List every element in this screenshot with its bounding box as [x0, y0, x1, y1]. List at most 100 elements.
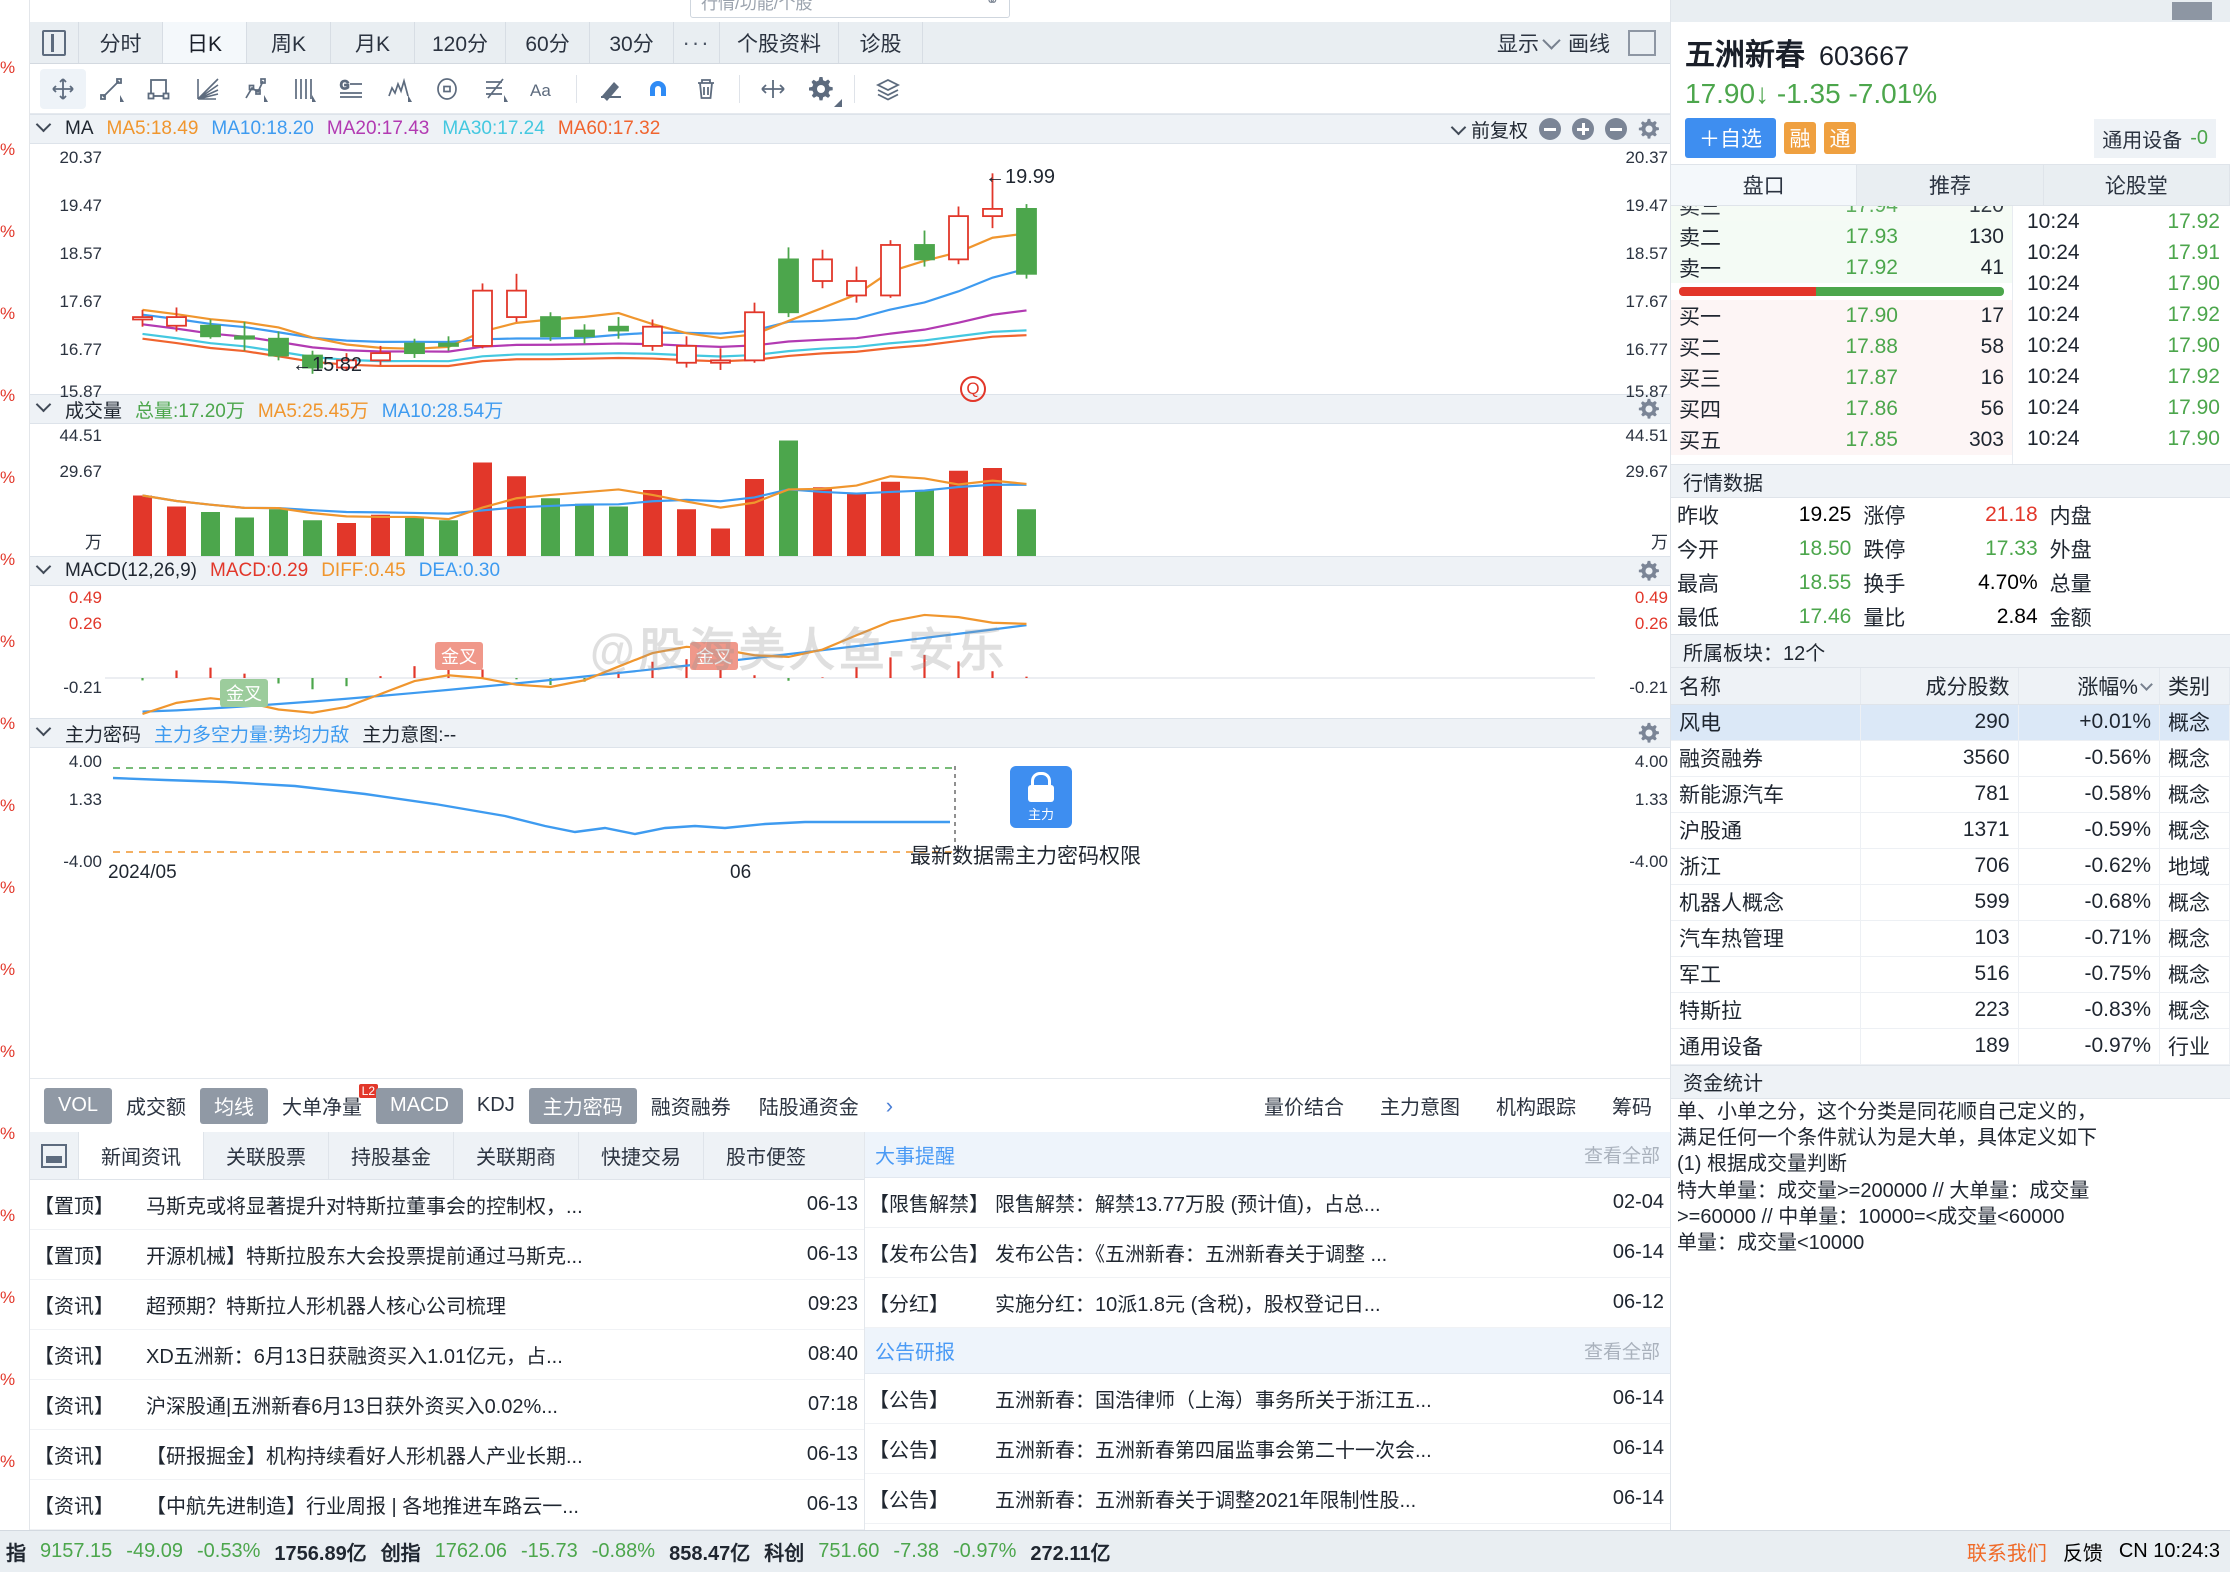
- chip-ma[interactable]: 均线: [200, 1087, 269, 1124]
- period-tab-8[interactable]: 个股资料: [719, 22, 838, 63]
- news-row[interactable]: 【资讯】 【研报掘金】机构持续看好人形机器人产业长期... 06-13: [30, 1430, 864, 1480]
- q-marker-icon[interactable]: Q: [960, 376, 986, 402]
- period-tab-6[interactable]: 30分: [589, 22, 673, 63]
- news-tab-3[interactable]: 关联期商: [453, 1132, 578, 1179]
- period-tab-0[interactable]: 分时: [78, 22, 162, 63]
- news-row[interactable]: 【置顶】 开源机械】特斯拉股东大会投票提前通过马斯克... 06-13: [30, 1230, 864, 1280]
- zoom-in-button[interactable]: [1572, 118, 1594, 140]
- sector-row[interactable]: 浙江 706 -0.62% 地域: [1671, 848, 2230, 885]
- sector-row[interactable]: 沪股通 1371 -0.59% 概念: [1671, 812, 2230, 849]
- rectangle-tool-button[interactable]: [136, 69, 182, 109]
- news-row[interactable]: 【资讯】 沪深股通|五洲新春6月13日获外资买入0.02%... 07:18: [30, 1380, 864, 1430]
- chip-margin[interactable]: 融资融券: [636, 1087, 745, 1124]
- orderbook-row[interactable]: 买二 17.88 58: [1671, 331, 2012, 362]
- feedback-link[interactable]: 反馈: [2063, 1537, 2103, 1566]
- adjust-mode-button[interactable]: 前复权: [1450, 116, 1528, 143]
- cycle-tool-button[interactable]: [424, 69, 470, 109]
- right-tab-orderbook[interactable]: 盘口: [1671, 165, 1858, 205]
- macd-settings-gear-icon[interactable]: [1638, 560, 1660, 582]
- gann-box-tool-button[interactable]: G: [328, 69, 374, 109]
- event-row[interactable]: 【限售解禁】 限售解禁：解禁13.77万股 (预计值)，占总... 02-04: [865, 1178, 1670, 1228]
- margin-tag-badge[interactable]: 融: [1784, 122, 1816, 154]
- display-menu-button[interactable]: 显示: [1497, 28, 1561, 58]
- chip-institution-track[interactable]: 机构跟踪: [1478, 1088, 1594, 1124]
- news-row[interactable]: 【资讯】 超预期？特斯拉人形机器人核心公司梳理 09:23: [30, 1280, 864, 1330]
- news-row[interactable]: 【资讯】 XD五洲新：6月13日获融资买入1.01亿元，占... 08:40: [30, 1330, 864, 1380]
- fibonacci-tool-button[interactable]: [472, 69, 518, 109]
- chip-next-arrow-icon[interactable]: ›: [872, 1087, 907, 1124]
- text-tool-button[interactable]: Aa: [520, 69, 566, 109]
- sector-th-count[interactable]: 成分股数: [1860, 668, 2019, 705]
- zoom-equal-button[interactable]: [1539, 118, 1561, 140]
- search-input[interactable]: 行情/功能/个股 ⚭: [690, 0, 1010, 18]
- chip-kdj[interactable]: KDJ: [462, 1087, 529, 1124]
- news-panel-toggle-button[interactable]: [30, 1132, 78, 1179]
- macd-plot-area[interactable]: 金叉 金叉 金叉: [105, 586, 1595, 718]
- tick-list[interactable]: 10:24 17.92 10:24 17.91 10:24 17.90 10:24 17.92…: [2013, 206, 2230, 464]
- contact-link[interactable]: 联系我们: [1967, 1537, 2047, 1566]
- news-row[interactable]: 【置顶】 马斯克或将显著提升对特斯拉董事会的控制权，... 06-13: [30, 1180, 864, 1230]
- right-tab-forum[interactable]: 论股堂: [2044, 165, 2230, 205]
- period-tab-4[interactable]: 120分: [414, 22, 505, 63]
- period-more-button[interactable]: ···: [673, 22, 719, 63]
- sector-chip[interactable]: 通用设备 -0: [2094, 118, 2216, 158]
- zhuli-settings-gear-icon[interactable]: [1638, 722, 1660, 744]
- chip-amount[interactable]: 成交额: [112, 1087, 201, 1124]
- orderbook-row[interactable]: 卖一 17.92 41: [1671, 252, 2012, 283]
- sector-th-name[interactable]: 名称: [1671, 668, 1861, 705]
- chip-macd[interactable]: MACD: [376, 1087, 463, 1124]
- settings-tool-button[interactable]: [798, 69, 844, 109]
- price-chart-pane[interactable]: 20.37 19.47 18.57 17.67 16.77 15.87 20.3…: [30, 144, 1670, 402]
- delete-tool-button[interactable]: [683, 69, 729, 109]
- orderbook-row-partial[interactable]: 卖三17.94120: [1671, 206, 2012, 221]
- trendline-tool-button[interactable]: [88, 69, 134, 109]
- collapse-chevron-icon-zhuli[interactable]: [35, 720, 52, 744]
- chip-zhuli[interactable]: 主力密码: [528, 1087, 637, 1124]
- polyline-tool-button[interactable]: [232, 69, 278, 109]
- macd-chart-pane[interactable]: 0.49 0.26 -0.21 0.49 0.26 -0.21 金叉 金叉 金叉: [30, 586, 1670, 718]
- period-tab-2[interactable]: 周K: [246, 22, 330, 63]
- layout-toggle-button[interactable]: [30, 22, 78, 63]
- event-row[interactable]: 【分红】 实施分红：10派1.8元 (含税)，股权登记日... 06-12: [865, 1278, 1670, 1328]
- volume-chart-pane[interactable]: 44.51 29.67 万 44.51 29.67 万: [30, 424, 1670, 556]
- sector-row[interactable]: 军工 516 -0.75% 概念: [1671, 956, 2230, 993]
- reports-view-all-link[interactable]: 查看全部: [1584, 1337, 1660, 1364]
- add-to-watchlist-button[interactable]: ＋自选: [1685, 118, 1776, 158]
- sector-row[interactable]: 风电 290 +0.01% 概念: [1671, 704, 2230, 741]
- news-tab-5[interactable]: 股市便签: [703, 1132, 828, 1179]
- news-row[interactable]: 【资讯】 【中航先进制造】行业周报 | 各地推进车路云一... 06-13: [30, 1480, 864, 1530]
- report-row[interactable]: 【公告】 五洲新春：五洲新春关于调整2021年限制性股... 06-14: [865, 1474, 1670, 1524]
- period-tab-3[interactable]: 月K: [330, 22, 414, 63]
- sector-row[interactable]: 机器人概念 599 -0.68% 概念: [1671, 884, 2230, 921]
- move-tool-button[interactable]: [40, 68, 86, 109]
- draw-menu-button[interactable]: 画线: [1568, 28, 1610, 58]
- period-tab-1[interactable]: 日K: [162, 22, 246, 63]
- event-row[interactable]: 【发布公告】 发布公告：《五洲新春：五洲新春关于调整 ... 06-14: [865, 1228, 1670, 1278]
- lock-badge-icon[interactable]: 主力: [1010, 766, 1072, 828]
- chip-northbound[interactable]: 陆股通资金: [744, 1087, 873, 1124]
- eraser-tool-button[interactable]: [587, 69, 633, 109]
- period-tab-5[interactable]: 60分: [505, 22, 589, 63]
- news-tab-4[interactable]: 快捷交易: [578, 1132, 703, 1179]
- report-row[interactable]: 【公告】 五洲新春：五洲新春第四届监事会第二十一次会... 06-14: [865, 1424, 1670, 1474]
- news-tab-1[interactable]: 关联股票: [203, 1132, 328, 1179]
- width-adjust-button[interactable]: [750, 69, 796, 109]
- window-control-icon[interactable]: [2172, 2, 2212, 20]
- mic-icon[interactable]: ⚭: [986, 0, 999, 11]
- window-mode-button[interactable]: [1628, 29, 1656, 56]
- chip-vol[interactable]: VOL: [44, 1087, 113, 1124]
- sector-th-cat[interactable]: 类别: [2159, 668, 2230, 705]
- zoom-out-button[interactable]: [1605, 118, 1627, 140]
- chip-big-order-net[interactable]: 大单净量 L2: [268, 1083, 379, 1124]
- news-tab-0[interactable]: 新闻资讯: [78, 1132, 203, 1179]
- wave-tool-button[interactable]: [376, 69, 422, 109]
- orderbook-row[interactable]: 卖二 17.93 130: [1671, 221, 2012, 252]
- connect-tag-badge[interactable]: 通: [1824, 122, 1856, 154]
- sector-row[interactable]: 通用设备 189 -0.97% 行业: [1671, 1028, 2230, 1065]
- period-tab-9[interactable]: 诊股: [838, 22, 922, 63]
- sector-th-pct[interactable]: 涨幅%: [2018, 668, 2161, 705]
- fan-lines-tool-button[interactable]: [184, 69, 230, 109]
- sector-row[interactable]: 特斯拉 223 -0.83% 概念: [1671, 992, 2230, 1029]
- chip-volume-price[interactable]: 量价结合: [1246, 1088, 1362, 1124]
- sector-row[interactable]: 汽车热管理 103 -0.71% 概念: [1671, 920, 2230, 957]
